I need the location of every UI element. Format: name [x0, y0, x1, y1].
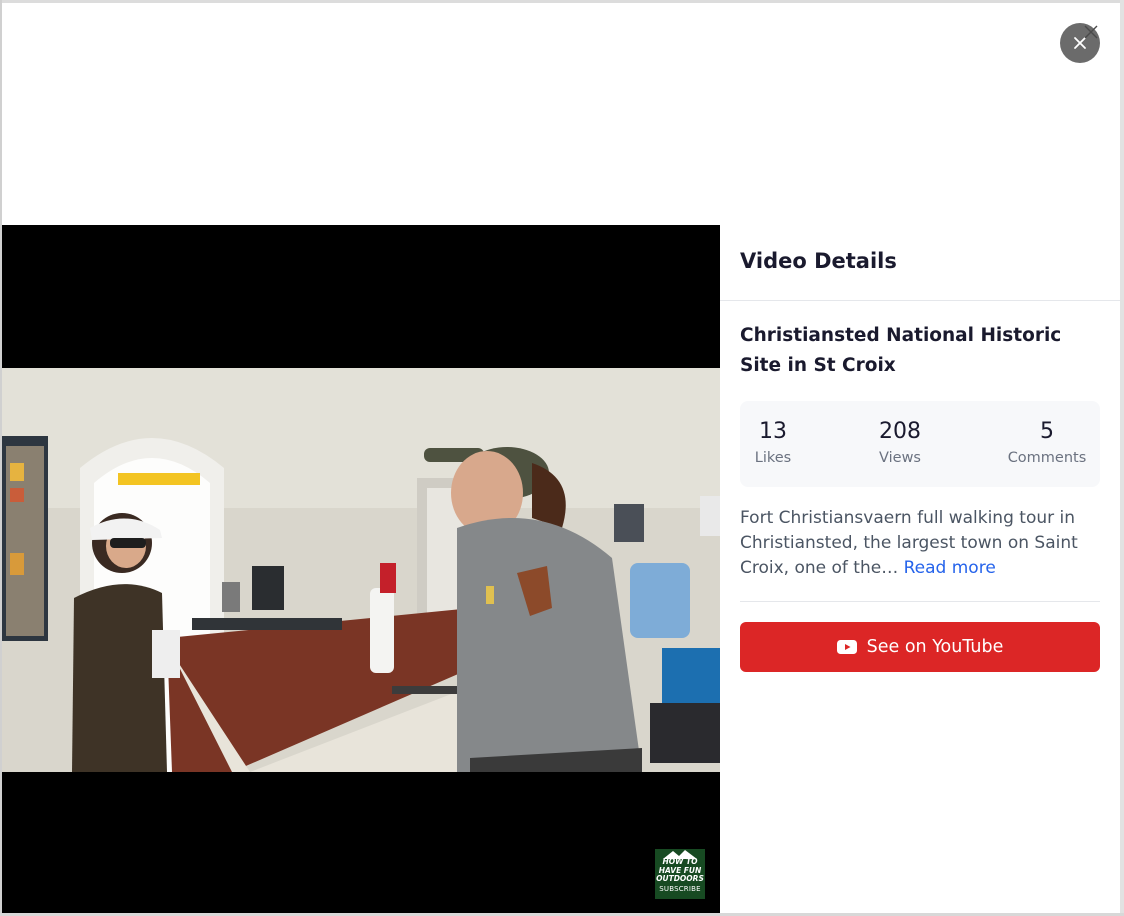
- stat-views-label: Views: [879, 450, 921, 466]
- see-on-youtube-button[interactable]: See on YouTube: [740, 622, 1100, 672]
- video-description: Fort Christiansvaern full walking tour i…: [740, 506, 1100, 581]
- video-frame-image: [2, 368, 720, 772]
- channel-watermark[interactable]: HOW TO HAVE FUN OUTDOORS SUBSCRIBE: [655, 849, 705, 899]
- video-stats: 13 Likes 208 Views 5 Comments: [740, 401, 1100, 487]
- window-frame-top: [0, 0, 1124, 3]
- stat-likes-label: Likes: [754, 450, 792, 466]
- mountain-icon: [663, 850, 697, 859]
- stat-comments-value: 5: [1040, 419, 1054, 444]
- read-more-link[interactable]: Read more: [904, 558, 996, 578]
- stat-likes: 13 Likes: [713, 418, 833, 466]
- video-title: Christiansted National Historic Site in …: [740, 325, 1062, 376]
- header-divider: [720, 300, 1120, 301]
- video-player[interactable]: HOW TO HAVE FUN OUTDOORS SUBSCRIBE: [2, 225, 720, 913]
- youtube-icon: [836, 640, 857, 654]
- youtube-button-label: See on YouTube: [866, 637, 1004, 657]
- stat-comments-label: Comments: [1007, 450, 1087, 466]
- stat-views: 208 Views: [840, 418, 960, 466]
- stat-likes-value: 13: [759, 419, 787, 444]
- close-x-icon[interactable]: [1083, 24, 1099, 40]
- window-frame-right: [1120, 0, 1124, 916]
- watermark-subscribe: SUBSCRIBE: [659, 884, 701, 893]
- description-divider: [740, 601, 1100, 602]
- stat-views-value: 208: [879, 419, 921, 444]
- watermark-line3: OUTDOORS: [656, 874, 704, 883]
- video-details-panel: Video Details Christiansted National His…: [720, 225, 1120, 913]
- stat-comments: 5 Comments: [987, 418, 1107, 466]
- panel-heading: Video Details: [740, 249, 897, 273]
